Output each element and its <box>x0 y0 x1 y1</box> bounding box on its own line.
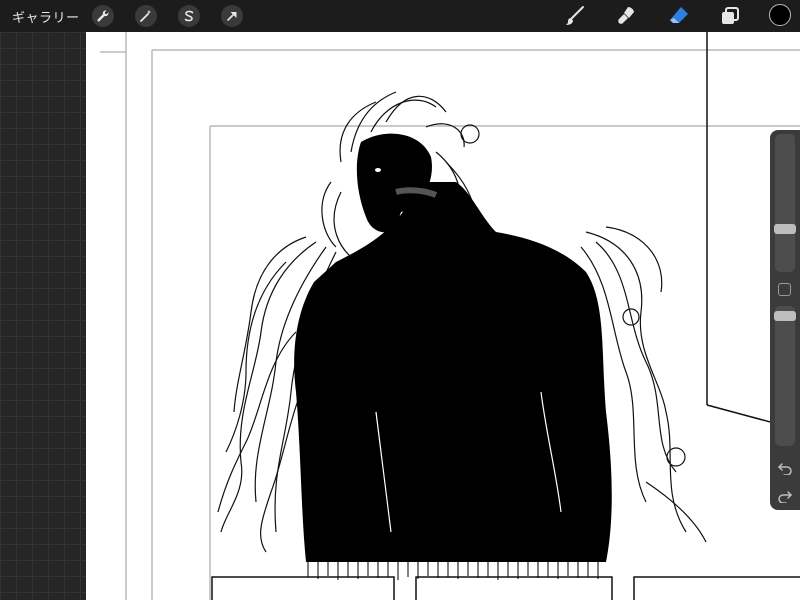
opacity-slider[interactable] <box>774 306 796 446</box>
brush-icon <box>566 6 584 25</box>
smudge-icon <box>618 7 634 24</box>
undo-icon <box>777 463 792 476</box>
actions-button[interactable] <box>92 5 114 27</box>
transform-arrow-icon <box>227 12 237 21</box>
eraser-button[interactable] <box>667 4 691 28</box>
selection-button[interactable] <box>178 5 200 27</box>
manga-artwork <box>100 32 800 600</box>
redo-icon <box>778 491 793 504</box>
layers-button[interactable] <box>718 4 742 28</box>
layers-icon <box>722 7 739 24</box>
modify-button[interactable] <box>778 283 791 296</box>
brush-button[interactable] <box>563 4 587 28</box>
top-toolbar: ギャラリー <box>0 0 800 32</box>
redo-button[interactable] <box>777 488 793 504</box>
side-toolbar <box>770 130 800 510</box>
undo-button[interactable] <box>777 460 793 476</box>
eraser-icon <box>670 7 688 23</box>
magic-wand-icon <box>140 10 151 22</box>
color-swatch[interactable] <box>769 4 791 26</box>
brush-size-slider[interactable] <box>774 134 796 272</box>
smudge-button[interactable] <box>614 4 638 28</box>
opacity-handle[interactable] <box>774 311 796 321</box>
wrench-icon <box>97 10 109 22</box>
drawing-canvas[interactable] <box>86 32 800 600</box>
selection-icon <box>184 10 194 22</box>
gallery-button[interactable]: ギャラリー <box>12 7 80 26</box>
transform-button[interactable] <box>221 5 243 27</box>
adjustments-button[interactable] <box>135 5 157 27</box>
brush-size-handle[interactable] <box>774 224 796 234</box>
